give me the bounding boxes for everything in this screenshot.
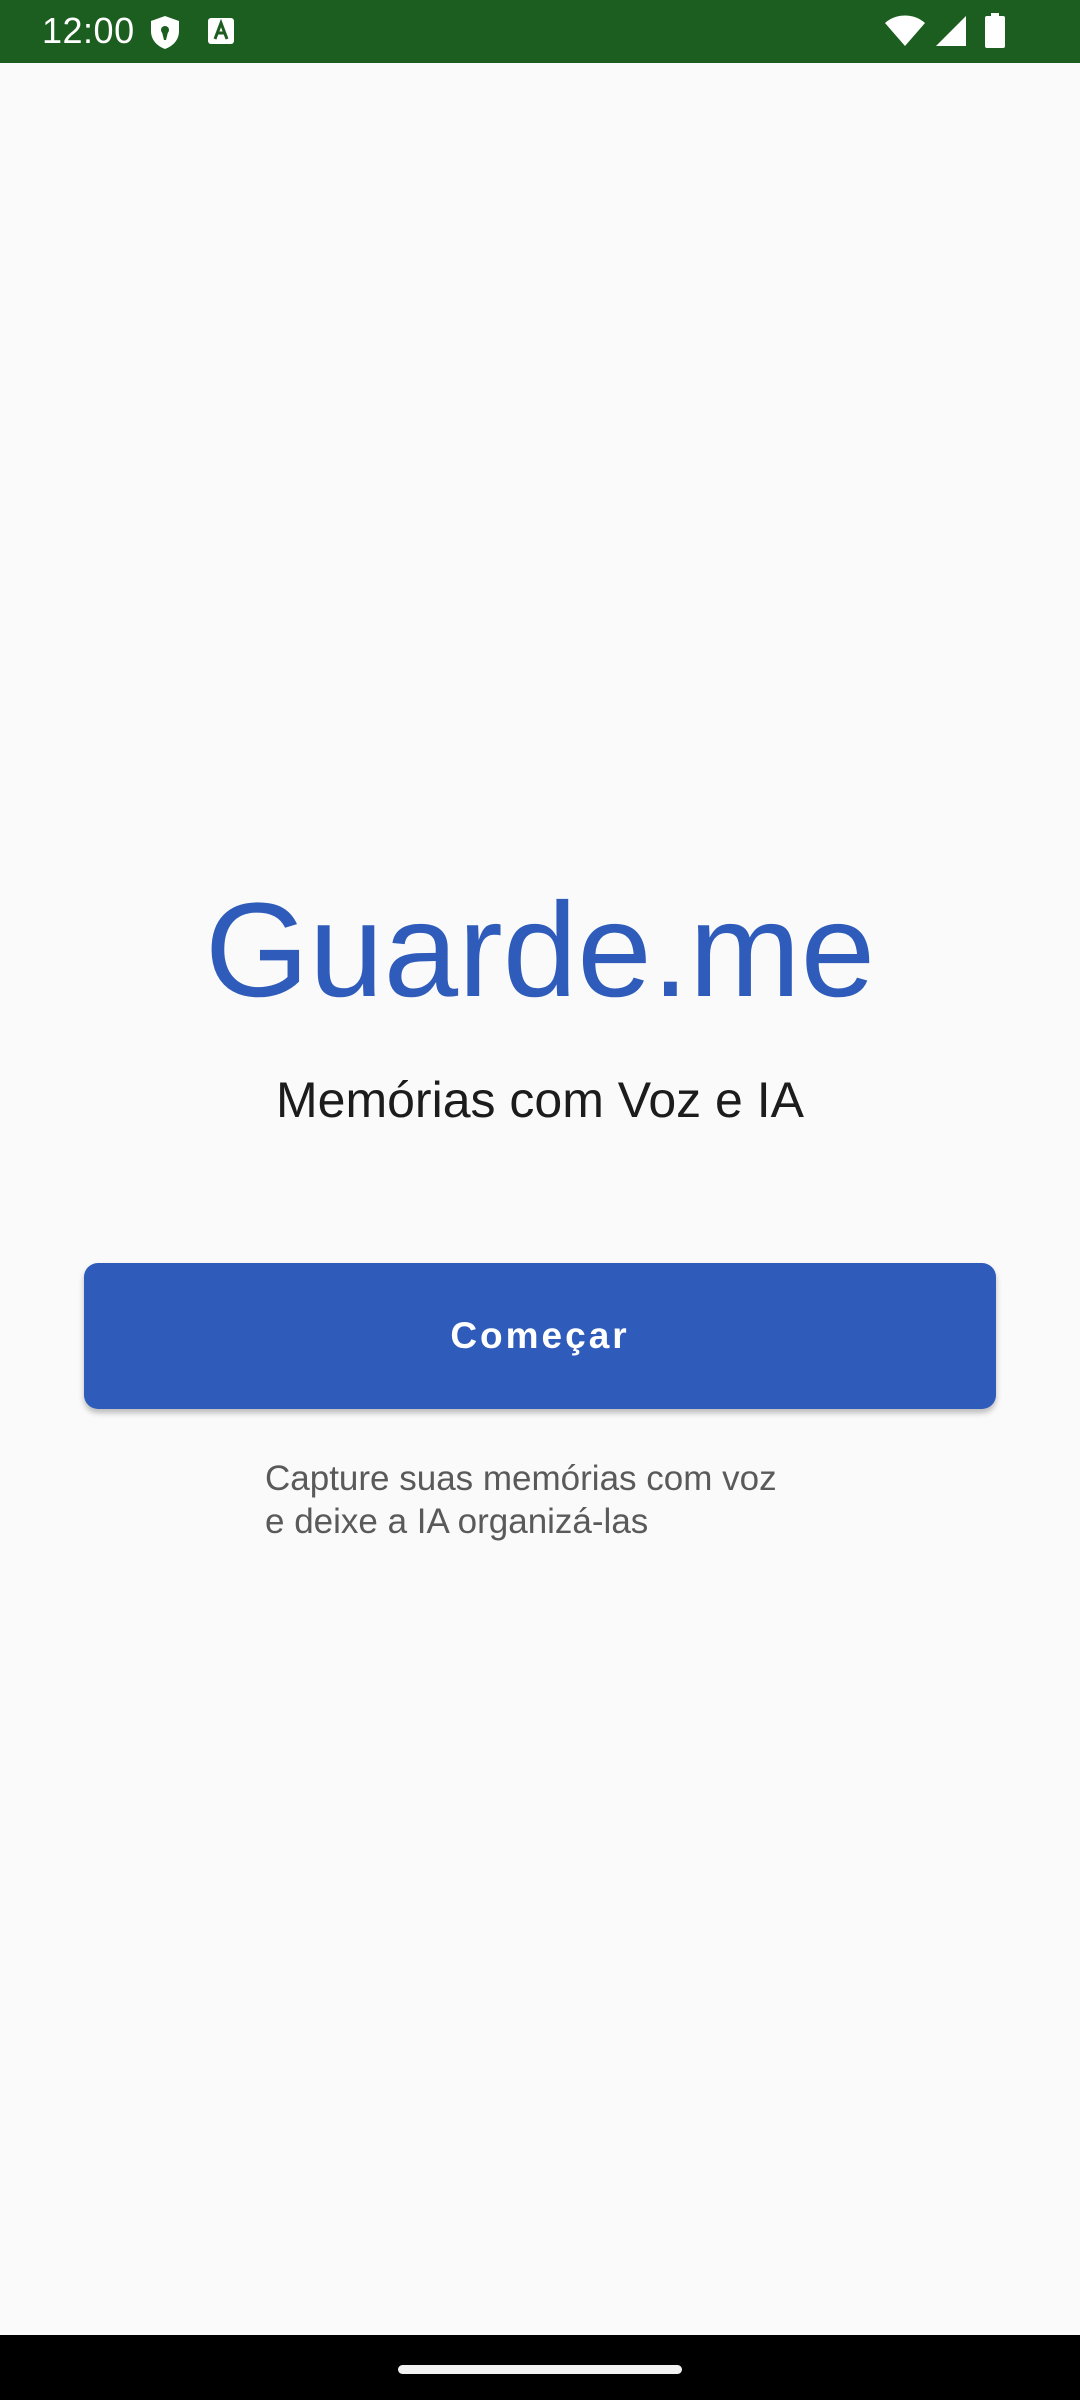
app-title: Guarde.me: [204, 876, 876, 1025]
wifi-icon: [885, 15, 925, 46]
a-icon: [208, 18, 234, 44]
start-button[interactable]: Começar: [84, 1263, 996, 1409]
signal-icon: [936, 16, 966, 46]
welcome-screen: Guarde.me Memórias com Voz e IA Começar …: [0, 63, 1080, 2335]
description-line: Capture suas memórias com voz: [265, 1459, 777, 1498]
app-subtitle: Memórias com Voz e IA: [276, 1072, 804, 1128]
description-text: Capture suas memórias com voz e deixe a …: [265, 1457, 885, 1543]
status-time: 12:00: [42, 10, 135, 51]
description-line: e deixe a IA organizá-las: [265, 1502, 649, 1541]
home-gesture-handle[interactable]: [398, 2365, 682, 2374]
shield-icon: [151, 16, 179, 49]
battery-icon: [985, 13, 1005, 48]
status-bar: 12:00: [0, 0, 1080, 63]
